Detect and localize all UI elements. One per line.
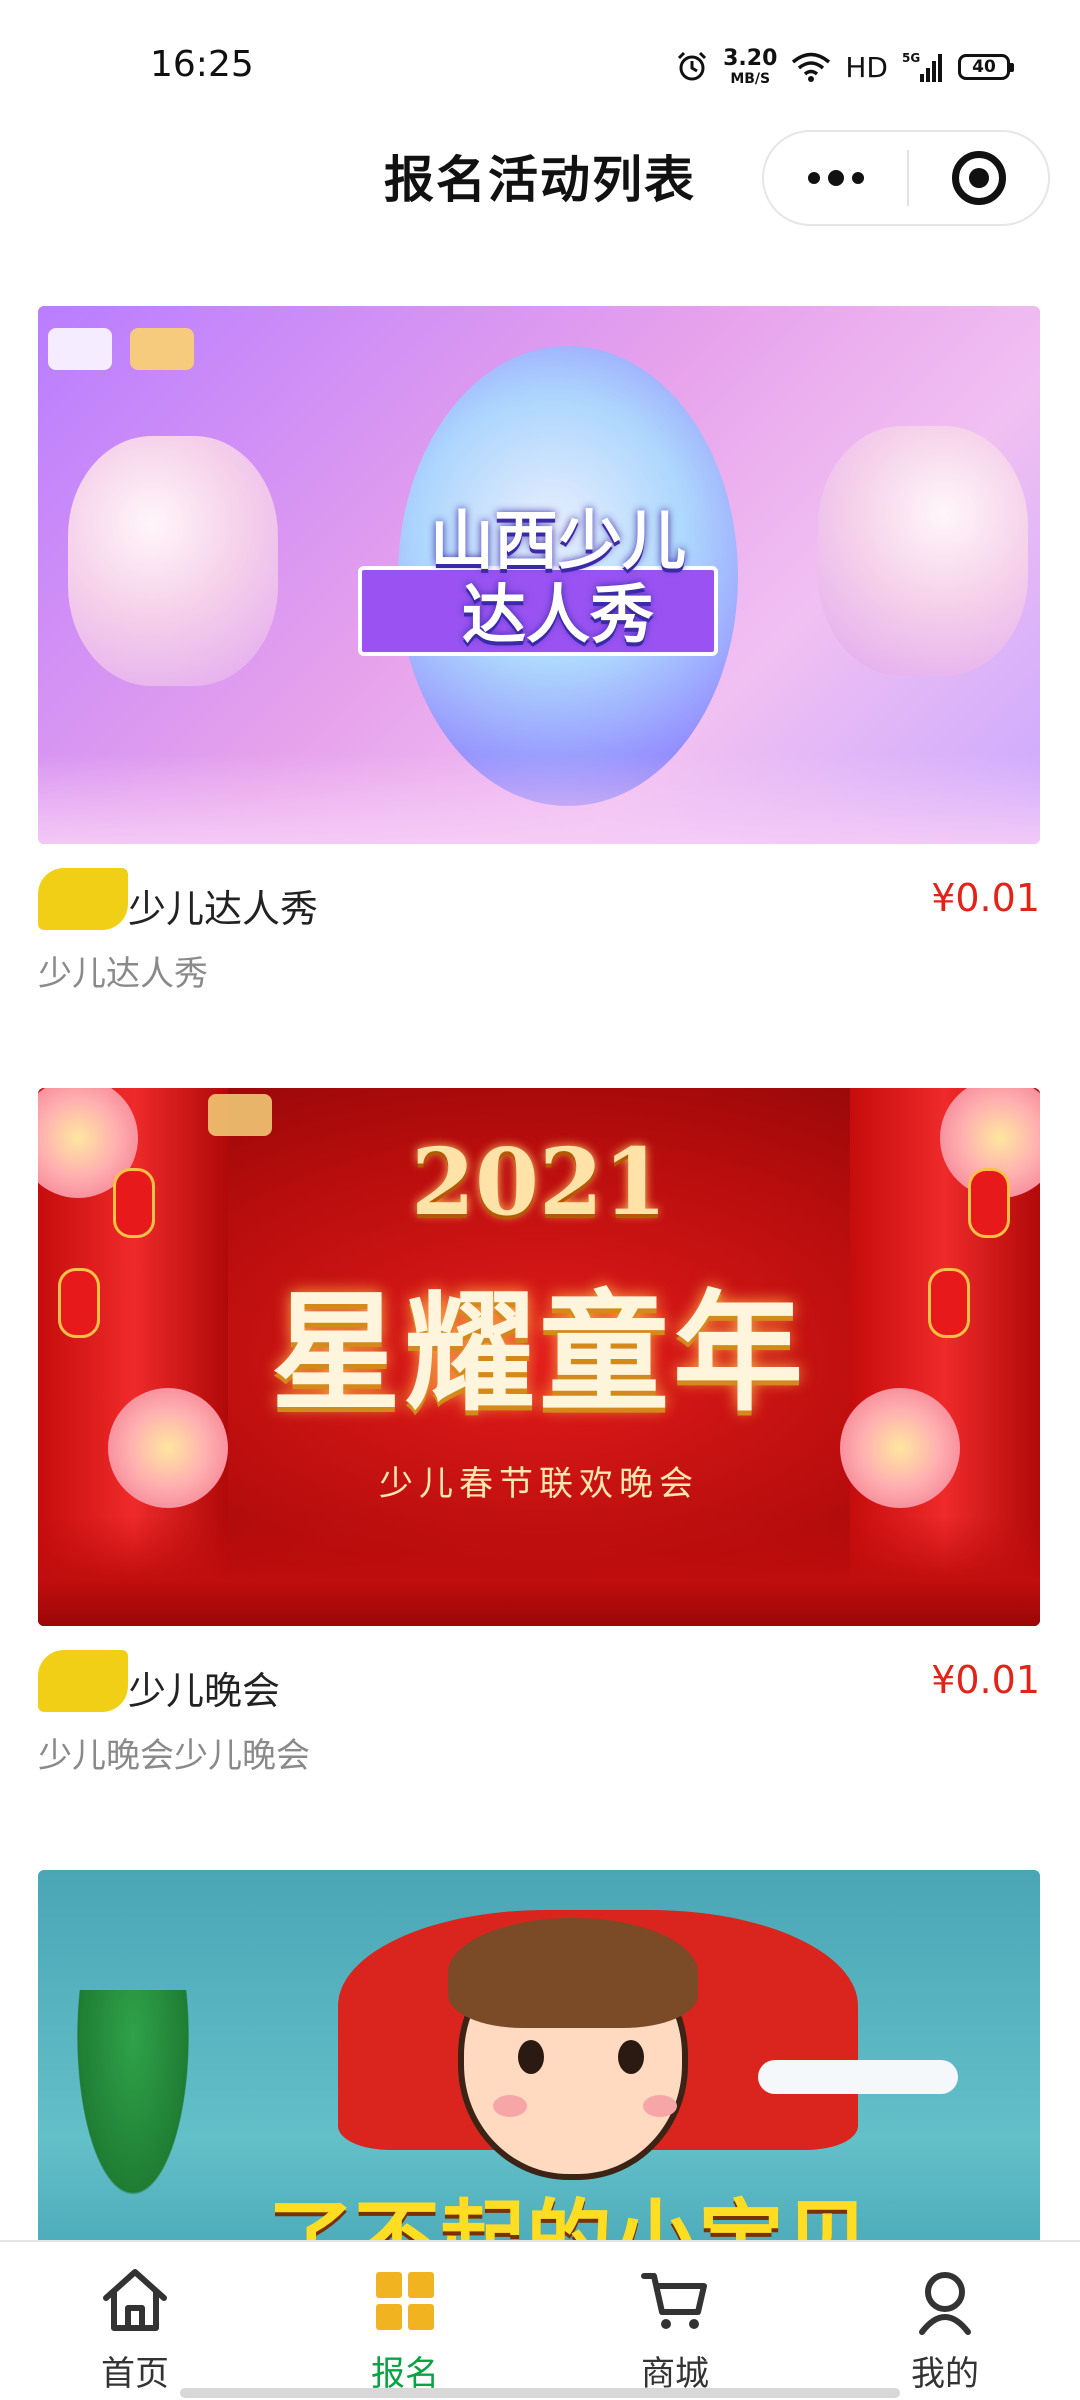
hd-indicator: HD bbox=[845, 50, 888, 84]
palm-tree-illustration bbox=[68, 1990, 198, 2220]
tab-signup[interactable]: 报名 bbox=[270, 2242, 540, 2400]
card-info-row: 少儿达人秀 ¥0.01 bbox=[38, 868, 1040, 931]
battery-icon: 40 bbox=[958, 54, 1014, 80]
card-info-row: 少儿晚会 ¥0.01 bbox=[38, 1650, 1040, 1713]
logo-icon bbox=[48, 328, 112, 370]
svg-text:5G: 5G bbox=[902, 51, 920, 65]
grid-icon bbox=[376, 2272, 434, 2330]
tab-label: 我的 bbox=[911, 2354, 979, 2394]
activity-price: ¥0.01 bbox=[931, 876, 1040, 920]
user-icon bbox=[919, 2272, 971, 2335]
mini-program-capsule bbox=[762, 130, 1050, 226]
battery-level: 40 bbox=[972, 57, 996, 77]
net-speed-value: 3.20 bbox=[723, 46, 778, 71]
activity-desc: 少儿达人秀 bbox=[38, 954, 208, 994]
activity-banner[interactable]: 2021 星耀童年 少儿春节联欢晚会 bbox=[38, 1088, 1040, 1626]
banner-year: 2021 bbox=[410, 1128, 668, 1236]
activity-name: 少儿达人秀 bbox=[128, 887, 319, 931]
activity-desc: 少儿晚会少儿晚会 bbox=[38, 1736, 310, 1776]
activity-banner[interactable]: 山西少儿 达人秀 bbox=[38, 306, 1040, 844]
tag-shape bbox=[38, 868, 128, 930]
activity-card[interactable]: 了不起的小宝贝 bbox=[38, 1870, 1040, 2240]
close-button[interactable] bbox=[909, 132, 1048, 224]
banner-title: 了不起的小宝贝 bbox=[268, 2170, 870, 2240]
alarm-icon bbox=[678, 51, 707, 81]
page: 16:25 3.20 MB/S HD 5G 40 报名活动列表 山西少儿 达人秀… bbox=[0, 0, 1080, 2400]
eye-decoration bbox=[618, 2040, 644, 2074]
wave-decoration bbox=[38, 754, 1040, 844]
boy-hair-illustration bbox=[448, 1918, 698, 2028]
tab-mall[interactable]: 商城 bbox=[540, 2242, 810, 2400]
activity-banner[interactable]: 了不起的小宝贝 bbox=[38, 1870, 1040, 2240]
banner-subtitle: 少儿春节联欢晚会 bbox=[379, 1464, 699, 1504]
more-dots-icon[interactable] bbox=[764, 132, 907, 224]
status-icons: 3.20 MB/S HD 5G 40 bbox=[675, 42, 1014, 92]
target-close-icon bbox=[951, 151, 1006, 205]
home-icon bbox=[103, 2269, 167, 2331]
cheek-decoration bbox=[643, 2095, 677, 2117]
status-bar: 16:25 3.20 MB/S HD 5G 40 bbox=[0, 0, 1080, 130]
net-speed-unit: MB/S bbox=[730, 71, 771, 87]
bottom-tab-bar: 首页 报名 商城 我的 bbox=[0, 2240, 1080, 2400]
eye-decoration bbox=[518, 2040, 544, 2074]
fan-decoration bbox=[38, 1516, 1040, 1626]
signal-5g-icon: 5G bbox=[902, 51, 942, 82]
tab-label: 首页 bbox=[101, 2354, 169, 2394]
hand-illustration bbox=[818, 426, 1028, 676]
logo-icon bbox=[130, 328, 194, 370]
wifi-icon bbox=[792, 52, 831, 82]
activity-card[interactable]: 2021 星耀童年 少儿春节联欢晚会 少儿晚会 ¥0.01 少儿晚会少儿晚会 bbox=[38, 1088, 1040, 1777]
banner-title: 星耀童年 bbox=[270, 1276, 807, 1429]
activity-card[interactable]: 山西少儿 达人秀 少儿达人秀 ¥0.01 少儿达人秀 bbox=[38, 306, 1040, 995]
tag-shape bbox=[38, 1650, 128, 1712]
cart-icon bbox=[641, 2273, 707, 2329]
activity-price: ¥0.01 bbox=[931, 1658, 1040, 1702]
cheek-decoration bbox=[493, 2095, 527, 2117]
net-speed: 3.20 MB/S bbox=[723, 46, 778, 87]
tab-mine[interactable]: 我的 bbox=[810, 2242, 1080, 2400]
home-indicator[interactable] bbox=[180, 2388, 900, 2398]
hand-illustration bbox=[68, 436, 278, 686]
airplane-illustration bbox=[758, 2060, 958, 2094]
status-time: 16:25 bbox=[150, 44, 254, 85]
banner-title: 山西少儿 达人秀 bbox=[430, 505, 686, 653]
activity-name: 少儿晚会 bbox=[128, 1669, 281, 1713]
tab-home[interactable]: 首页 bbox=[0, 2242, 270, 2400]
